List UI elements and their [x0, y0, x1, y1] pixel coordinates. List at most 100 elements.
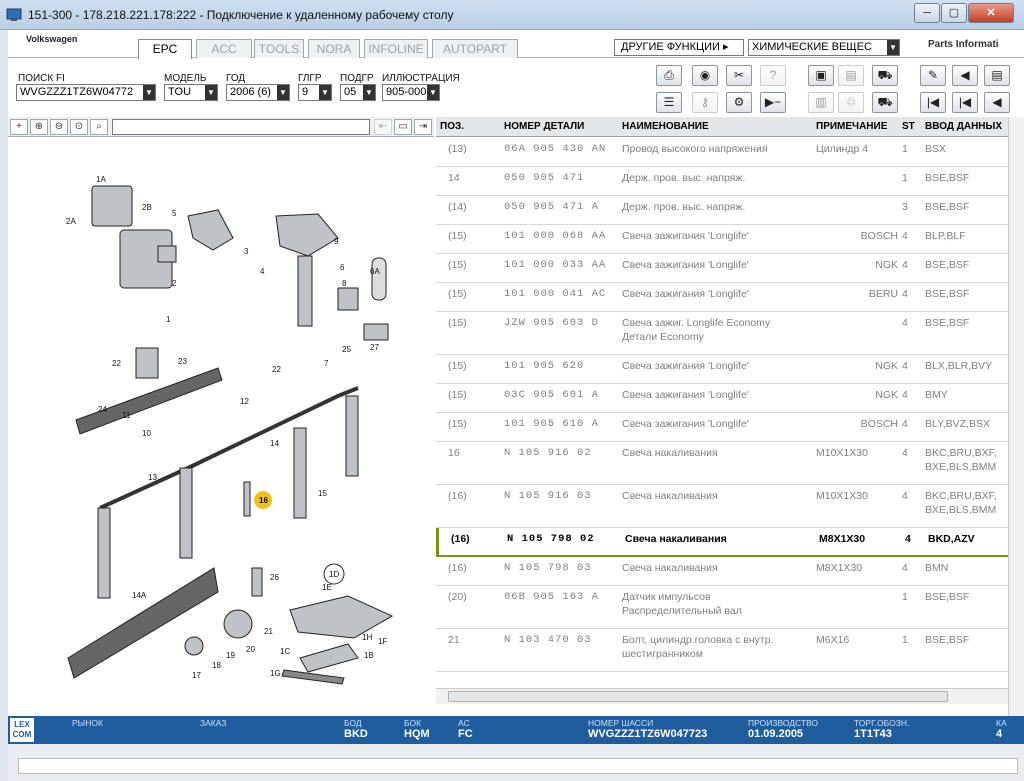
- table-row[interactable]: (15) 101 000 033 AA Свеча зажигания 'Longl…: [436, 254, 1008, 283]
- label-25[interactable]: 25: [342, 345, 351, 354]
- chemicals-dropdown[interactable]: ХИМИЧЕСКИЕ ВЕЩЕС ▼: [748, 39, 900, 56]
- search-button[interactable]: ⌕: [90, 119, 108, 135]
- label-6[interactable]: 6: [340, 263, 345, 272]
- table-row[interactable]: (13) 06A 905 430 AN Провод высокого напряж…: [436, 138, 1008, 167]
- parts-button[interactable]: ♲: [838, 92, 864, 113]
- zoom-fit-button[interactable]: ⊙: [70, 119, 88, 135]
- label-2a[interactable]: 2A: [66, 217, 76, 226]
- label-7[interactable]: 7: [324, 359, 329, 368]
- label-19[interactable]: 19: [226, 651, 235, 660]
- label-8[interactable]: 8: [342, 279, 347, 288]
- label-1h[interactable]: 1H: [362, 633, 372, 642]
- label-2b[interactable]: 2B: [142, 203, 152, 212]
- label-1e[interactable]: 1E: [322, 583, 332, 592]
- label-11[interactable]: 11: [122, 411, 131, 420]
- year-dropdown[interactable]: 2006 (6) ▼: [226, 84, 290, 101]
- label-27[interactable]: 27: [370, 343, 379, 352]
- vertical-scrollbar[interactable]: [1008, 117, 1024, 717]
- label-2[interactable]: 2: [172, 279, 177, 288]
- close-button[interactable]: ✕: [968, 3, 1014, 23]
- tab-epc[interactable]: EPC: [138, 39, 192, 59]
- other-functions-button[interactable]: ДРУГИЕ ФУНКЦИИ ▸: [614, 39, 744, 56]
- first-button[interactable]: |◀: [920, 92, 946, 113]
- table-row[interactable]: (14) 050 905 471 A Держ. пров. выс. напряж…: [436, 196, 1008, 225]
- search-fi-field[interactable]: WVGZZZ1TZ6W04772 ▼: [16, 84, 156, 101]
- col-name-header[interactable]: НАИМЕНОВАНИЕ: [622, 121, 709, 132]
- label-22[interactable]: 22: [112, 359, 121, 368]
- pan-button[interactable]: +: [10, 119, 28, 135]
- label-17[interactable]: 17: [192, 671, 201, 680]
- table-row[interactable]: 14 050 905 471 Держ. пров. выс. напряж. 1 BS…: [436, 167, 1008, 196]
- label-12[interactable]: 12: [240, 397, 249, 406]
- print-button[interactable]: ⎙: [656, 65, 682, 86]
- tab-autopart[interactable]: AUTOPART: [432, 39, 518, 58]
- model-dropdown[interactable]: TOU ▼: [164, 84, 218, 101]
- label-26[interactable]: 26: [270, 573, 279, 582]
- label-1d[interactable]: 1D: [329, 570, 339, 579]
- play-button[interactable]: ▶−: [760, 92, 786, 113]
- label-10[interactable]: 10: [142, 429, 151, 438]
- group-dropdown[interactable]: 9 ▼: [298, 84, 332, 101]
- label-22b[interactable]: 22: [272, 365, 281, 374]
- label-16[interactable]: 16: [259, 496, 268, 505]
- label-6a[interactable]: 6A: [370, 267, 380, 276]
- label-1f[interactable]: 1F: [378, 637, 387, 646]
- horizontal-scrollbar[interactable]: [436, 688, 1008, 704]
- label-1[interactable]: 1: [166, 315, 171, 324]
- label-14a[interactable]: 14A: [132, 591, 147, 600]
- device-button[interactable]: ▥: [808, 92, 834, 113]
- label-20[interactable]: 20: [246, 645, 255, 654]
- table-row[interactable]: 16 N 105 916 02 Свеча накаливания M10X1X30 4…: [436, 442, 1008, 485]
- table-row[interactable]: 21 N 103 470 03 Болт, цилиндр.головка с вн…: [436, 629, 1008, 672]
- restore-button[interactable]: ▢: [941, 3, 967, 23]
- label-14[interactable]: 14: [270, 439, 279, 448]
- label-3[interactable]: 3: [244, 247, 249, 256]
- label-18[interactable]: 18: [212, 661, 221, 670]
- expand-button[interactable]: ⇥: [414, 119, 432, 135]
- table-row[interactable]: (15) JZW 905 603 D Свеча зажиг. Longlife E…: [436, 312, 1008, 355]
- table-row[interactable]: (15) 03C 905 601 A Свеча зажигания 'Longli…: [436, 384, 1008, 413]
- scrollbar-thumb[interactable]: [448, 691, 948, 702]
- split-view-button[interactable]: ▭: [394, 119, 412, 135]
- collapse-button[interactable]: ⇤: [374, 119, 392, 135]
- cart-add-button[interactable]: ⛟: [872, 65, 898, 86]
- table-row[interactable]: (15) 101 905 620 Свеча зажигания 'Longlife…: [436, 355, 1008, 384]
- subgroup-dropdown[interactable]: 05 ▼: [340, 84, 376, 101]
- next-button[interactable]: ◀: [984, 92, 1010, 113]
- col-pos-header[interactable]: ПОЗ.: [440, 121, 464, 132]
- tools-button[interactable]: ✂: [726, 65, 752, 86]
- list-button[interactable]: ☰: [656, 92, 682, 113]
- minimize-button[interactable]: ─: [914, 3, 940, 23]
- pin-button[interactable]: ✎: [920, 65, 946, 86]
- tab-infoline[interactable]: INFOLINE: [364, 39, 428, 58]
- label-1a[interactable]: 1A: [96, 175, 106, 184]
- table-row[interactable]: (15) 101 905 610 A Свеча зажигания 'Longli…: [436, 413, 1008, 442]
- table-row[interactable]: (20) 06B 905 163 A Датчик импульсов Распре…: [436, 586, 1008, 629]
- label-1g[interactable]: 1G: [270, 669, 281, 678]
- key-button[interactable]: ⚷: [692, 92, 718, 113]
- table-row[interactable]: (16) N 105 916 03 Свеча накаливания M10X1X3…: [436, 485, 1008, 528]
- label-15[interactable]: 15: [318, 489, 327, 498]
- cart-button[interactable]: ⛟: [872, 92, 898, 113]
- label-21[interactable]: 21: [264, 627, 273, 636]
- label-4[interactable]: 4: [260, 267, 265, 276]
- col-st-header[interactable]: ST: [902, 121, 915, 132]
- table-row[interactable]: (15) 101 000 041 AC Свеча зажигания 'Longl…: [436, 283, 1008, 312]
- col-entry-header[interactable]: ВВОД ДАННЫХ: [925, 121, 1002, 132]
- tab-acc[interactable]: ACC: [196, 39, 252, 58]
- forward-page-button[interactable]: ▤: [984, 65, 1010, 86]
- table-row[interactable]: (15) 101 000 068 AA Свеча зажигания 'Longl…: [436, 225, 1008, 254]
- label-23[interactable]: 23: [178, 357, 187, 366]
- service-button[interactable]: ◉: [692, 65, 718, 86]
- back-page-button[interactable]: ◀: [952, 65, 978, 86]
- help-button[interactable]: ?: [760, 65, 786, 86]
- label-9[interactable]: 9: [334, 237, 339, 246]
- illustration-search-input[interactable]: [112, 119, 370, 135]
- elsa-button[interactable]: ▣: [808, 65, 834, 86]
- prev-button[interactable]: |◀: [952, 92, 978, 113]
- tab-nora[interactable]: NORA: [308, 39, 360, 58]
- remote-horizontal-scrollbar[interactable]: [18, 758, 1018, 774]
- label-5[interactable]: 5: [172, 209, 177, 218]
- label-1c[interactable]: 1C: [280, 647, 290, 656]
- table-row[interactable]: (16) N 105 798 03 Свеча накаливания M8X1X30…: [436, 557, 1008, 586]
